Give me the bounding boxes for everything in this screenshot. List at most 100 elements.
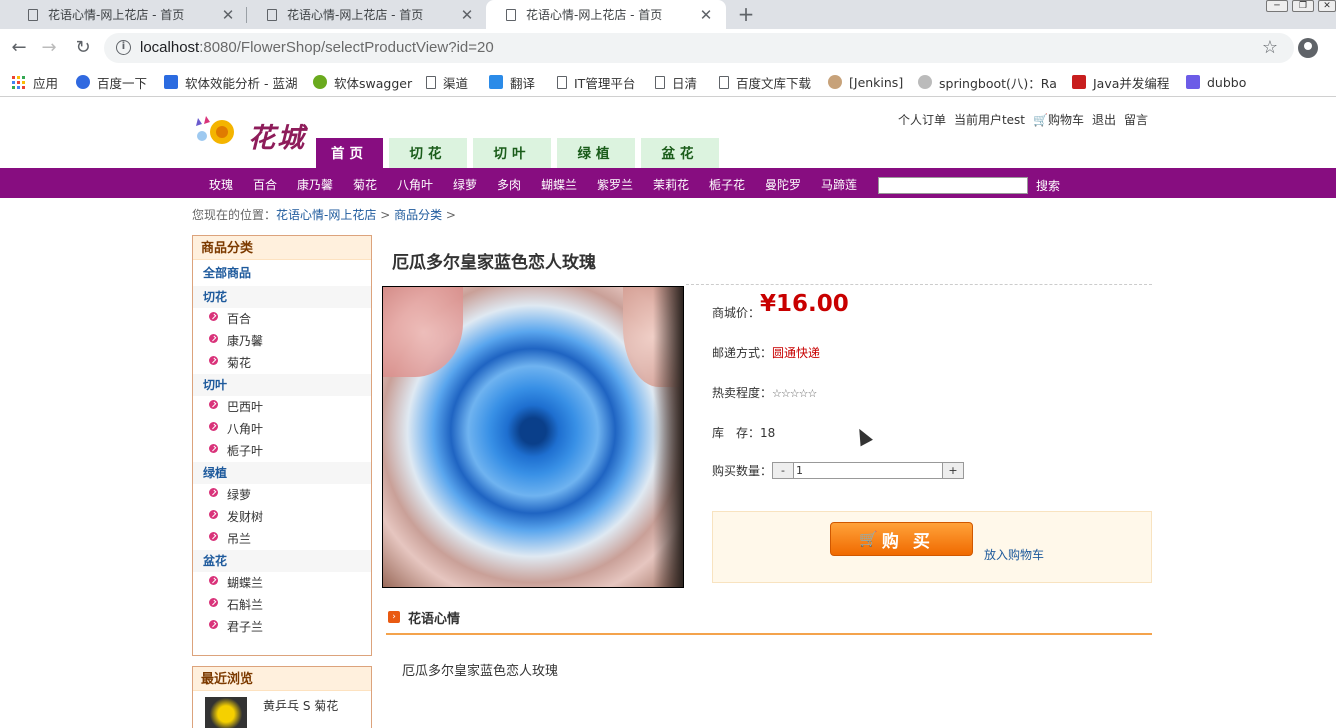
sidebar-item[interactable]: 吊兰 <box>193 528 371 550</box>
back-icon[interactable]: ← <box>8 37 30 59</box>
sidebar-item[interactable]: 百合 <box>193 308 371 330</box>
quantity-decrease-button[interactable]: - <box>772 462 795 479</box>
tab-cut-flowers[interactable]: 切花 <box>389 138 467 168</box>
bookmark-item[interactable]: IT管理平台 <box>557 73 635 91</box>
sidebar-all-products[interactable]: 全部商品 <box>193 260 371 286</box>
sidebar-item[interactable]: 巴西叶 <box>193 396 371 418</box>
star-icon[interactable]: ☆ <box>1262 37 1278 58</box>
bookmark-apps[interactable]: 应用 <box>12 73 58 91</box>
sidebar-item[interactable]: 八角叶 <box>193 418 371 440</box>
close-icon[interactable]: ✕ <box>459 6 475 24</box>
sidebar-item[interactable]: 康乃馨 <box>193 330 371 352</box>
category-link[interactable]: 栀子花 <box>709 176 745 193</box>
add-to-cart-link[interactable]: 放入购物车 <box>984 546 1044 563</box>
recent-views-panel: 最近浏览 黄乒乓 S 菊花 <box>192 666 372 728</box>
cart-link[interactable]: 🛒购物车 <box>1033 111 1084 128</box>
restore-button[interactable]: ❐ <box>1292 0 1314 12</box>
bookmark-item[interactable]: 软体swagger <box>313 73 412 91</box>
message-link[interactable]: 留言 <box>1124 111 1148 128</box>
category-link[interactable]: 菊花 <box>353 176 377 193</box>
search-button[interactable]: 搜索 <box>1036 177 1060 194</box>
browser-tab[interactable]: 花语心情-网上花店 - 首页 ✕ <box>247 0 487 29</box>
bookmark-item[interactable]: Java并发编程 <box>1072 73 1169 91</box>
sidebar-item[interactable]: 栀子叶 <box>193 440 371 462</box>
url-host: localhost <box>140 39 200 56</box>
close-icon[interactable]: ✕ <box>698 6 714 24</box>
browser-tab-active[interactable]: 花语心情-网上花店 - 首页 ✕ <box>486 0 726 29</box>
sidebar-item[interactable]: 菊花 <box>193 352 371 374</box>
category-link[interactable]: 康乃馨 <box>297 176 333 193</box>
document-icon <box>506 8 516 21</box>
quantity-label: 购买数量： <box>712 464 773 478</box>
sidebar-group[interactable]: 切叶 <box>193 374 371 396</box>
category-link[interactable]: 八角叶 <box>397 176 433 193</box>
category-link[interactable]: 茉莉花 <box>653 176 689 193</box>
profile-icon[interactable] <box>1298 38 1318 58</box>
sidebar-group[interactable]: 切花 <box>193 286 371 308</box>
category-link[interactable]: 蝴蝶兰 <box>541 176 577 193</box>
image-shadow <box>653 287 683 587</box>
tab-title: 花语心情-网上花店 - 首页 <box>526 8 663 22</box>
search-input[interactable] <box>878 177 1028 194</box>
category-link[interactable]: 多肉 <box>497 176 521 193</box>
logout-link[interactable]: 退出 <box>1092 111 1116 128</box>
info-icon[interactable]: i <box>116 40 131 55</box>
sidebar-item-label: 八角叶 <box>227 422 264 436</box>
breadcrumb-category-link[interactable]: 商品分类 <box>394 208 442 222</box>
minimize-button[interactable]: ─ <box>1266 0 1288 12</box>
sidebar-item[interactable]: 君子兰 <box>193 616 371 638</box>
bookmark-item[interactable]: 日清 <box>655 73 697 91</box>
url-text[interactable]: localhost:8080/FlowerShop/selectProductV… <box>140 39 494 56</box>
close-window-button[interactable]: ✕ <box>1318 0 1336 12</box>
bullet-icon <box>209 355 218 365</box>
url-path: :8080/FlowerShop/selectProductView?id=20 <box>199 39 494 56</box>
tab-title: 花语心情-网上花店 - 首页 <box>48 8 185 22</box>
category-link[interactable]: 曼陀罗 <box>765 176 801 193</box>
sidebar-item[interactable]: 石斛兰 <box>193 594 371 616</box>
bullet-icon <box>209 421 218 431</box>
tab-cut-leaves[interactable]: 切叶 <box>473 138 551 168</box>
bullet-icon <box>209 311 218 321</box>
bookmark-item[interactable]: 百度文库下载 <box>719 73 811 91</box>
bookmark-item[interactable]: [Jenkins] <box>828 73 903 91</box>
apps-icon <box>12 75 25 89</box>
quantity-row: 购买数量： - 1 + <box>712 462 965 479</box>
category-link[interactable]: 玫瑰 <box>209 176 233 193</box>
reload-icon[interactable]: ↻ <box>72 37 94 59</box>
category-link[interactable]: 绿萝 <box>453 176 477 193</box>
sidebar-item[interactable]: 发财树 <box>193 506 371 528</box>
shipping-label: 邮递方式： <box>712 346 773 360</box>
bookmark-item[interactable]: dubbo <box>1186 73 1246 91</box>
breadcrumb-home-link[interactable]: 花语心情-网上花店 <box>276 208 376 222</box>
bookmark-label: 软体效能分析 - 蓝湖 <box>185 75 298 91</box>
bookmark-item[interactable]: 百度一下 <box>76 73 147 91</box>
sidebar-item[interactable]: 绿萝 <box>193 484 371 506</box>
category-link[interactable]: 百合 <box>253 176 277 193</box>
address-bar[interactable]: i localhost:8080/FlowerShop/selectProduc… <box>104 33 1294 63</box>
sidebar-item[interactable]: 蝴蝶兰 <box>193 572 371 594</box>
close-icon[interactable]: ✕ <box>220 6 236 24</box>
sidebar-group[interactable]: 盆花 <box>193 550 371 572</box>
category-link[interactable]: 马蹄莲 <box>821 176 857 193</box>
tab-potted-flowers[interactable]: 盆花 <box>641 138 719 168</box>
recent-item-thumbnail[interactable] <box>205 697 247 728</box>
my-orders-link[interactable]: 个人订单 <box>898 111 946 128</box>
tab-green-plants[interactable]: 绿植 <box>557 138 635 168</box>
sidebar-item-label: 君子兰 <box>227 620 264 634</box>
sidebar-group[interactable]: 绿植 <box>193 462 371 484</box>
tab-home[interactable]: 首页 <box>316 138 383 169</box>
forward-icon[interactable]: → <box>38 37 60 59</box>
category-link[interactable]: 紫罗兰 <box>597 176 633 193</box>
bookmark-item[interactable]: springboot(八)：Ra <box>918 73 1057 91</box>
buy-button[interactable]: 🛒 购买 <box>830 522 973 556</box>
new-tab-button[interactable]: + <box>734 2 758 26</box>
quantity-input[interactable]: 1 <box>794 462 943 479</box>
site-logo[interactable]: 花城 <box>192 108 312 154</box>
quantity-increase-button[interactable]: + <box>942 462 965 479</box>
browser-tab[interactable]: 花语心情-网上花店 - 首页 ✕ <box>8 0 248 29</box>
bookmark-item[interactable]: 渠道 <box>426 73 468 91</box>
bookmark-item[interactable]: 软体效能分析 - 蓝湖 <box>164 73 297 91</box>
recent-item[interactable]: 黄乒乓 S 菊花 <box>193 691 371 728</box>
recent-item-name[interactable]: 黄乒乓 S 菊花 <box>263 697 338 728</box>
bookmark-item[interactable]: 翻译 <box>489 73 535 91</box>
